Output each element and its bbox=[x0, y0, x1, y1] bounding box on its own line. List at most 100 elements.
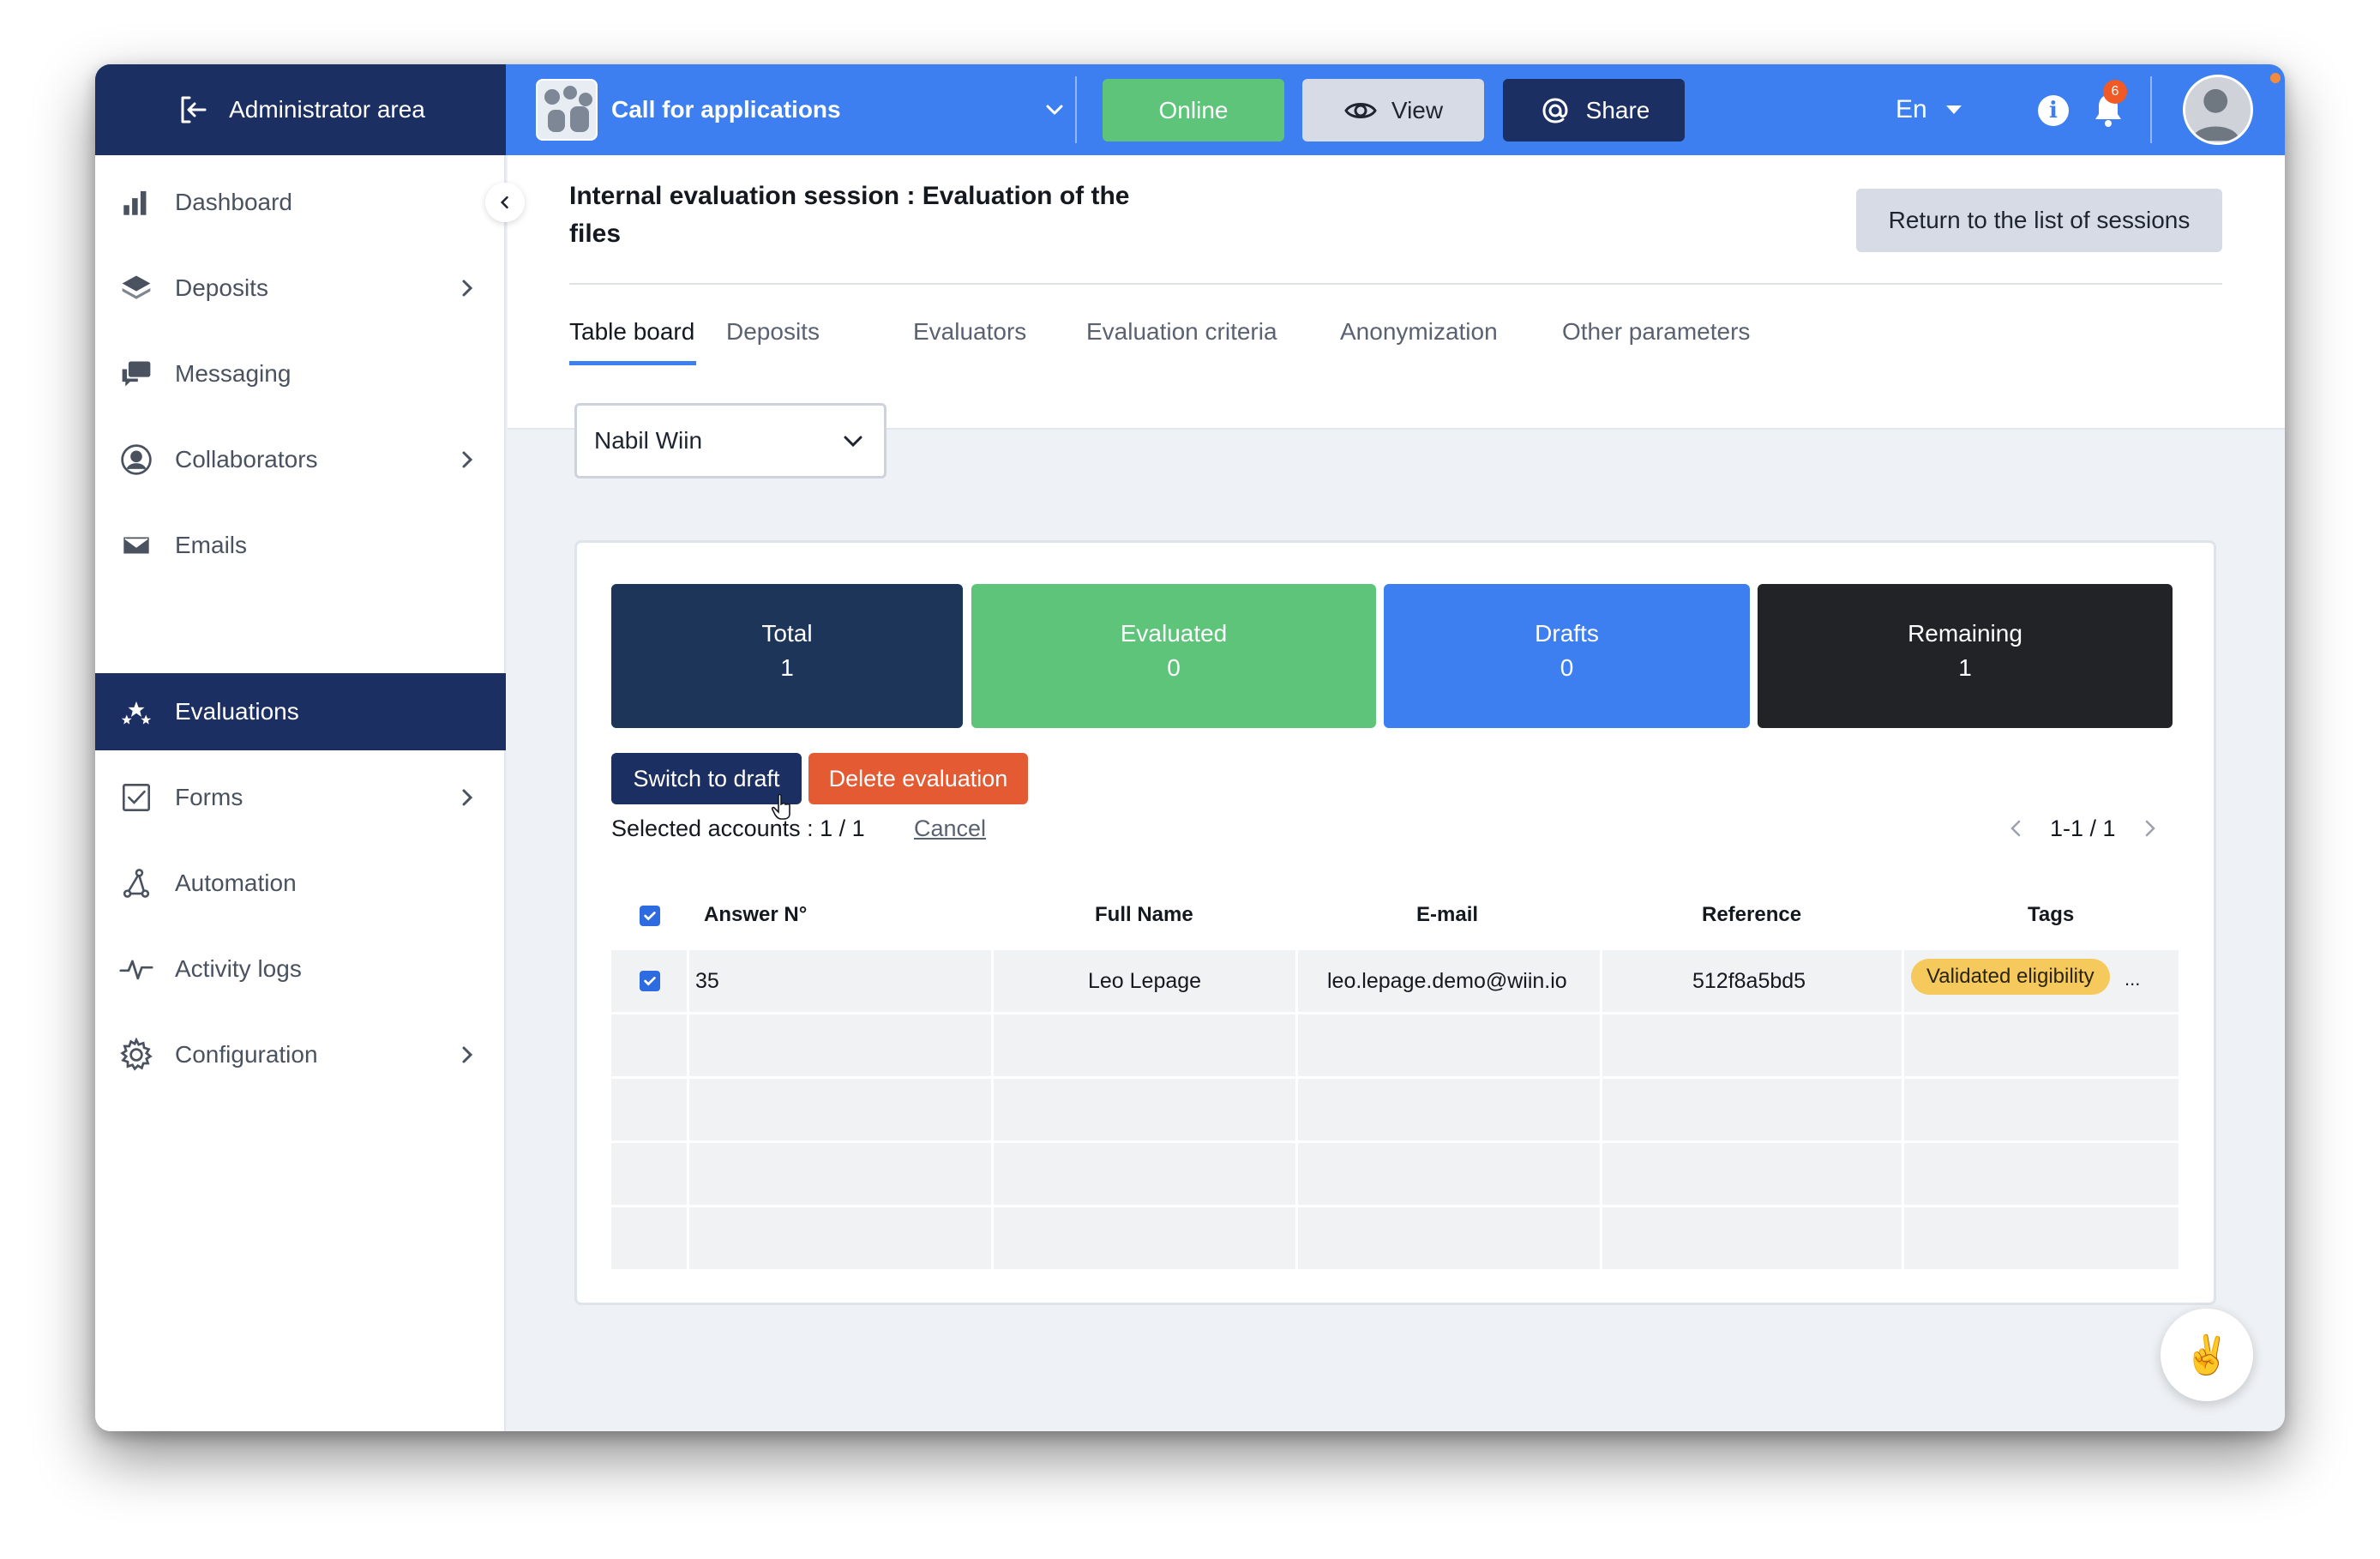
layers-icon bbox=[117, 269, 155, 307]
avatar[interactable] bbox=[2183, 75, 2253, 145]
chevron-right-icon bbox=[462, 1046, 473, 1063]
user-circle-icon bbox=[117, 441, 155, 479]
check-icon bbox=[644, 912, 656, 921]
share-label: Share bbox=[1585, 96, 1650, 123]
app-title: Call for applications bbox=[611, 96, 841, 123]
administrator-area-button[interactable]: Administrator area bbox=[95, 64, 506, 155]
sidebar-item-label: Emails bbox=[175, 532, 248, 558]
chevron-down-icon bbox=[1046, 105, 1063, 115]
sidebar-item-evaluations[interactable]: Evaluations bbox=[95, 673, 506, 750]
pagination: 1-1 / 1 bbox=[2005, 809, 2161, 848]
sidebar-item-configuration[interactable]: Configuration bbox=[95, 1016, 506, 1093]
language-label: En bbox=[1896, 95, 1927, 123]
column-header-full-name[interactable]: Full Name bbox=[1095, 903, 1193, 927]
share-at-icon bbox=[1542, 97, 1568, 123]
pulse-icon bbox=[117, 950, 155, 988]
evaluator-select[interactable]: Nabil Wiin bbox=[574, 403, 886, 479]
notification-badge: 6 bbox=[2103, 80, 2127, 104]
active-tab-indicator bbox=[569, 361, 696, 365]
view-label: View bbox=[1391, 96, 1444, 123]
checkbox-icon bbox=[117, 779, 155, 816]
chevron-right-icon[interactable] bbox=[2138, 817, 2161, 840]
stat-label: Total bbox=[761, 620, 813, 647]
row-checkbox[interactable] bbox=[640, 971, 660, 991]
sidebar-item-collaborators[interactable]: Collaborators bbox=[95, 421, 506, 498]
sidebar: Dashboard Deposits Messaging Collaborato… bbox=[95, 155, 506, 1431]
stat-value: 1 bbox=[780, 654, 794, 681]
online-button[interactable]: Online bbox=[1103, 79, 1284, 141]
sidebar-item-label: Evaluations bbox=[175, 698, 299, 725]
app-selector[interactable]: Call for applications bbox=[536, 76, 1067, 143]
stat-value: 1 bbox=[1958, 654, 1972, 681]
language-selector[interactable]: En bbox=[1896, 90, 1962, 129]
cell-email: leo.lepage.demo@wiin.io bbox=[1327, 969, 1567, 993]
sidebar-item-dashboard[interactable]: Dashboard bbox=[95, 164, 506, 241]
tab-evaluation-criteria[interactable]: Evaluation criteria bbox=[1086, 318, 1277, 346]
sidebar-item-forms[interactable]: Forms bbox=[95, 759, 506, 836]
sidebar-item-activity-logs[interactable]: Activity logs bbox=[95, 930, 506, 1008]
online-label: Online bbox=[1158, 96, 1229, 123]
stat-evaluated: Evaluated 0 bbox=[971, 584, 1376, 728]
sidebar-item-automation[interactable]: Automation bbox=[95, 845, 506, 922]
sidebar-item-label: Activity logs bbox=[175, 955, 302, 982]
chevron-right-icon bbox=[462, 789, 473, 806]
hand-cursor-icon bbox=[771, 793, 790, 820]
selected-accounts-text: Selected accounts : 1 / 1 bbox=[611, 816, 865, 841]
chevron-down-icon bbox=[844, 436, 862, 448]
cell-full-name: Leo Lepage bbox=[1088, 969, 1202, 993]
divider bbox=[569, 283, 2222, 285]
page-title: Internal evaluation session : Evaluation… bbox=[569, 182, 1130, 248]
table-row bbox=[611, 1207, 2179, 1269]
collapse-sidebar-button[interactable] bbox=[485, 183, 525, 222]
eye-icon bbox=[1344, 102, 1377, 118]
stat-drafts: Drafts 0 bbox=[1384, 584, 1750, 728]
sidebar-item-messaging[interactable]: Messaging bbox=[95, 335, 506, 412]
status-dot bbox=[2270, 73, 2281, 83]
sidebar-item-label: Forms bbox=[175, 784, 243, 810]
stat-label: Drafts bbox=[1535, 620, 1599, 647]
tab-other-parameters[interactable]: Other parameters bbox=[1562, 318, 1750, 346]
stat-total: Total 1 bbox=[611, 584, 963, 728]
evaluator-select-value: Nabil Wiin bbox=[594, 427, 703, 454]
gear-icon bbox=[117, 1036, 155, 1074]
bar-chart-icon bbox=[117, 184, 155, 221]
exit-icon bbox=[181, 96, 207, 123]
sidebar-item-label: Deposits bbox=[175, 274, 268, 301]
divider bbox=[1075, 76, 1077, 143]
cancel-selection-link[interactable]: Cancel bbox=[914, 816, 986, 842]
sidebar-item-label: Dashboard bbox=[175, 189, 292, 215]
tab-anonymization[interactable]: Anonymization bbox=[1340, 318, 1498, 346]
chevron-right-icon bbox=[462, 280, 473, 297]
tag-badge: Validated eligibility bbox=[1911, 959, 2110, 995]
chat-icon bbox=[117, 355, 155, 393]
column-header-tags[interactable]: Tags bbox=[2028, 903, 2074, 927]
view-button[interactable]: View bbox=[1302, 79, 1484, 141]
info-icon[interactable]: i bbox=[2038, 95, 2069, 126]
envelope-icon bbox=[117, 527, 155, 564]
share-button[interactable]: Share bbox=[1503, 79, 1685, 141]
help-widget-button[interactable]: ✌ bbox=[2161, 1309, 2253, 1401]
table-row bbox=[611, 1014, 2179, 1076]
chevron-left-icon bbox=[500, 196, 508, 209]
stat-label: Evaluated bbox=[1120, 620, 1228, 647]
select-all-checkbox[interactable] bbox=[640, 906, 660, 926]
chevron-left-icon[interactable] bbox=[2005, 817, 2028, 840]
column-header-answer[interactable]: Answer N° bbox=[704, 903, 807, 927]
tab-evaluators[interactable]: Evaluators bbox=[913, 318, 1026, 346]
column-header-reference[interactable]: Reference bbox=[1702, 903, 1801, 927]
cell-reference: 512f8a5bd5 bbox=[1692, 969, 1806, 993]
return-to-sessions-button[interactable]: Return to the list of sessions bbox=[1856, 189, 2222, 252]
check-icon bbox=[644, 977, 656, 986]
tab-deposits[interactable]: Deposits bbox=[726, 318, 820, 346]
stat-label: Remaining bbox=[1908, 620, 2022, 647]
column-header-email[interactable]: E-mail bbox=[1416, 903, 1478, 927]
table-row bbox=[611, 1143, 2179, 1205]
more-tags-indicator[interactable]: ... bbox=[2125, 968, 2140, 990]
stat-value: 0 bbox=[1167, 654, 1181, 681]
sidebar-item-emails[interactable]: Emails bbox=[95, 507, 506, 584]
delete-evaluation-button[interactable]: Delete evaluation bbox=[808, 753, 1028, 804]
sidebar-item-label: Messaging bbox=[175, 360, 291, 387]
tab-table-board[interactable]: Table board bbox=[569, 318, 694, 346]
automation-icon bbox=[117, 864, 155, 902]
sidebar-item-deposits[interactable]: Deposits bbox=[95, 250, 506, 327]
